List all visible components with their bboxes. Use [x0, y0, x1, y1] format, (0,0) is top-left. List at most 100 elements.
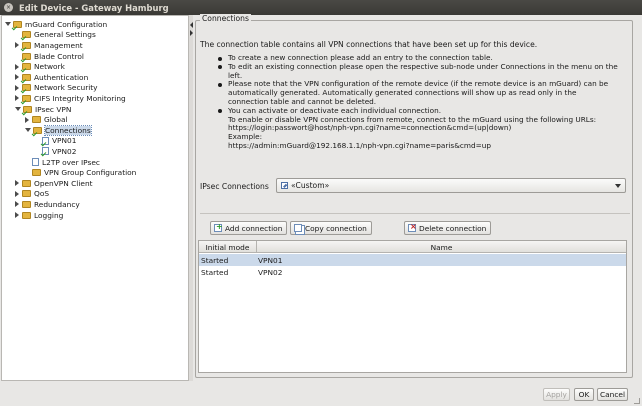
- title-bar: × Edit Device - Gateway Hamburg: [0, 0, 642, 15]
- tree-item-label: VPN02: [52, 146, 77, 156]
- expand-icon[interactable]: [15, 95, 19, 102]
- copy-connection-button[interactable]: Copy connection: [290, 221, 372, 235]
- ipsec-connections-select[interactable]: «Custom»: [276, 178, 626, 193]
- tree-item[interactable]: VPN Group Configuration: [25, 167, 136, 178]
- folder-icon: [22, 200, 31, 208]
- folder-icon: [22, 63, 31, 71]
- copy-icon: [294, 224, 302, 232]
- folder-icon: [22, 179, 31, 187]
- doc-check-icon: [42, 136, 49, 145]
- expand-icon[interactable]: [15, 212, 19, 219]
- tree-item-label: VPN Group Configuration: [44, 168, 137, 178]
- folder-icon: [22, 190, 31, 198]
- tree-item-label: IPsec VPN: [35, 104, 72, 114]
- cell-initial-mode: Started: [201, 255, 229, 265]
- tree-item[interactable]: L2TP over IPsec: [25, 157, 100, 168]
- chevron-down-icon: [615, 184, 621, 188]
- tree-item[interactable]: Logging: [15, 210, 63, 221]
- connection-table: Initial mode Name Started VPN01 Started …: [198, 240, 627, 373]
- table-row[interactable]: Started VPN01: [199, 254, 626, 266]
- tree-item[interactable]: Network: [15, 61, 65, 72]
- cell-name: VPN02: [258, 267, 283, 277]
- remote-url-template: https://login:passwort@host/nph-vpn.cgi?…: [228, 123, 512, 133]
- expand-icon[interactable]: [15, 63, 19, 70]
- tree-item[interactable]: Network Security: [15, 83, 98, 94]
- add-connection-button[interactable]: Add connection: [210, 221, 288, 235]
- instruction-item: You can activate or deactivate each indi…: [218, 106, 618, 116]
- cancel-button[interactable]: Cancel: [597, 388, 628, 401]
- tree-item[interactable]: Connections: [25, 124, 92, 136]
- tree-item-label: Blade Control: [34, 51, 84, 61]
- table-row[interactable]: Started VPN02: [199, 266, 626, 278]
- tree-item-label: VPN01: [52, 136, 77, 146]
- folder-icon: [22, 84, 31, 92]
- tree-item[interactable]: Authentication: [15, 72, 88, 83]
- divider: [200, 213, 630, 214]
- expand-icon[interactable]: [15, 180, 19, 187]
- tree-item-label: Connections: [44, 124, 92, 136]
- tree-item-label: Global: [44, 115, 68, 125]
- folder-icon: [22, 94, 31, 102]
- tree-item-label: Redundancy: [34, 199, 80, 209]
- tree-item-label: OpenVPN Client: [34, 178, 93, 188]
- tree-item[interactable]: QoS: [15, 189, 49, 200]
- folder-icon: [33, 126, 42, 134]
- copy-connection-label: Copy connection: [305, 223, 367, 233]
- resize-grip[interactable]: [634, 398, 640, 404]
- tree-item[interactable]: General Settings: [15, 30, 96, 41]
- tree-item-label: mGuard Configuration: [25, 19, 108, 29]
- add-icon: [214, 222, 223, 232]
- folder-icon: [22, 52, 31, 60]
- instruction-item: To edit an existing connection please op…: [218, 62, 618, 81]
- tree-item[interactable]: OpenVPN Client: [15, 178, 93, 189]
- window-title: Edit Device - Gateway Hamburg: [19, 2, 169, 13]
- folder-check-icon: [13, 20, 22, 28]
- doc-check-icon: [42, 147, 49, 156]
- expand-icon[interactable]: [15, 84, 19, 91]
- folder-icon: [32, 169, 41, 177]
- expand-icon[interactable]: [25, 116, 29, 123]
- tree-item[interactable]: IPsec VPN: [15, 104, 71, 115]
- column-header-initial-mode[interactable]: Initial mode: [199, 241, 257, 253]
- column-header-name[interactable]: Name: [257, 241, 626, 253]
- ok-button[interactable]: OK: [574, 388, 594, 401]
- ipsec-connections-value: «Custom»: [291, 181, 330, 190]
- tree-item[interactable]: Global: [25, 114, 68, 125]
- expand-icon[interactable]: [15, 190, 19, 197]
- expand-icon[interactable]: [15, 201, 19, 208]
- tree-item-label: L2TP over IPsec: [42, 157, 100, 167]
- fieldset-legend: Connections: [200, 14, 251, 23]
- expand-icon[interactable]: [15, 42, 19, 49]
- expanded-icon[interactable]: [5, 22, 11, 27]
- folder-icon: [32, 116, 41, 124]
- cell-name: VPN01: [258, 255, 283, 265]
- folder-icon: [22, 73, 31, 81]
- delete-connection-button[interactable]: Delete connection: [404, 221, 492, 235]
- expand-icon[interactable]: [15, 74, 19, 81]
- tree-item-label: CIFS Integrity Monitoring: [34, 93, 126, 103]
- delete-connection-label: Delete connection: [419, 223, 487, 233]
- tree-item[interactable]: mGuard Configuration: [5, 19, 107, 30]
- intro-text: The connection table contains all VPN co…: [200, 40, 538, 49]
- tree-item[interactable]: Redundancy: [15, 199, 80, 210]
- tree-item[interactable]: CIFS Integrity Monitoring: [15, 93, 126, 104]
- folder-check-icon: [22, 31, 31, 39]
- tree-item-label: General Settings: [34, 30, 96, 40]
- folder-icon: [23, 105, 32, 113]
- tree-item-label: Management: [34, 40, 83, 50]
- instruction-item: Please note that the VPN configuration o…: [218, 79, 618, 106]
- tree-item[interactable]: Blade Control: [15, 51, 84, 62]
- tree-item[interactable]: VPN01: [35, 136, 76, 147]
- tree-item[interactable]: VPN02: [35, 146, 76, 157]
- expanded-icon[interactable]: [25, 128, 31, 133]
- table-header: Initial mode Name: [199, 241, 626, 253]
- close-icon[interactable]: ×: [4, 3, 13, 12]
- apply-button[interactable]: Apply: [543, 388, 570, 401]
- example-url: https://admin:mGuard@192.168.1.1/nph-vpn…: [228, 140, 492, 150]
- folder-icon: [22, 211, 31, 219]
- folder-icon: [22, 41, 31, 49]
- tree-item[interactable]: Management: [15, 40, 83, 51]
- tree-item-label: Logging: [34, 210, 64, 220]
- expanded-icon[interactable]: [15, 107, 21, 112]
- tree-item-label: Network Security: [34, 83, 98, 93]
